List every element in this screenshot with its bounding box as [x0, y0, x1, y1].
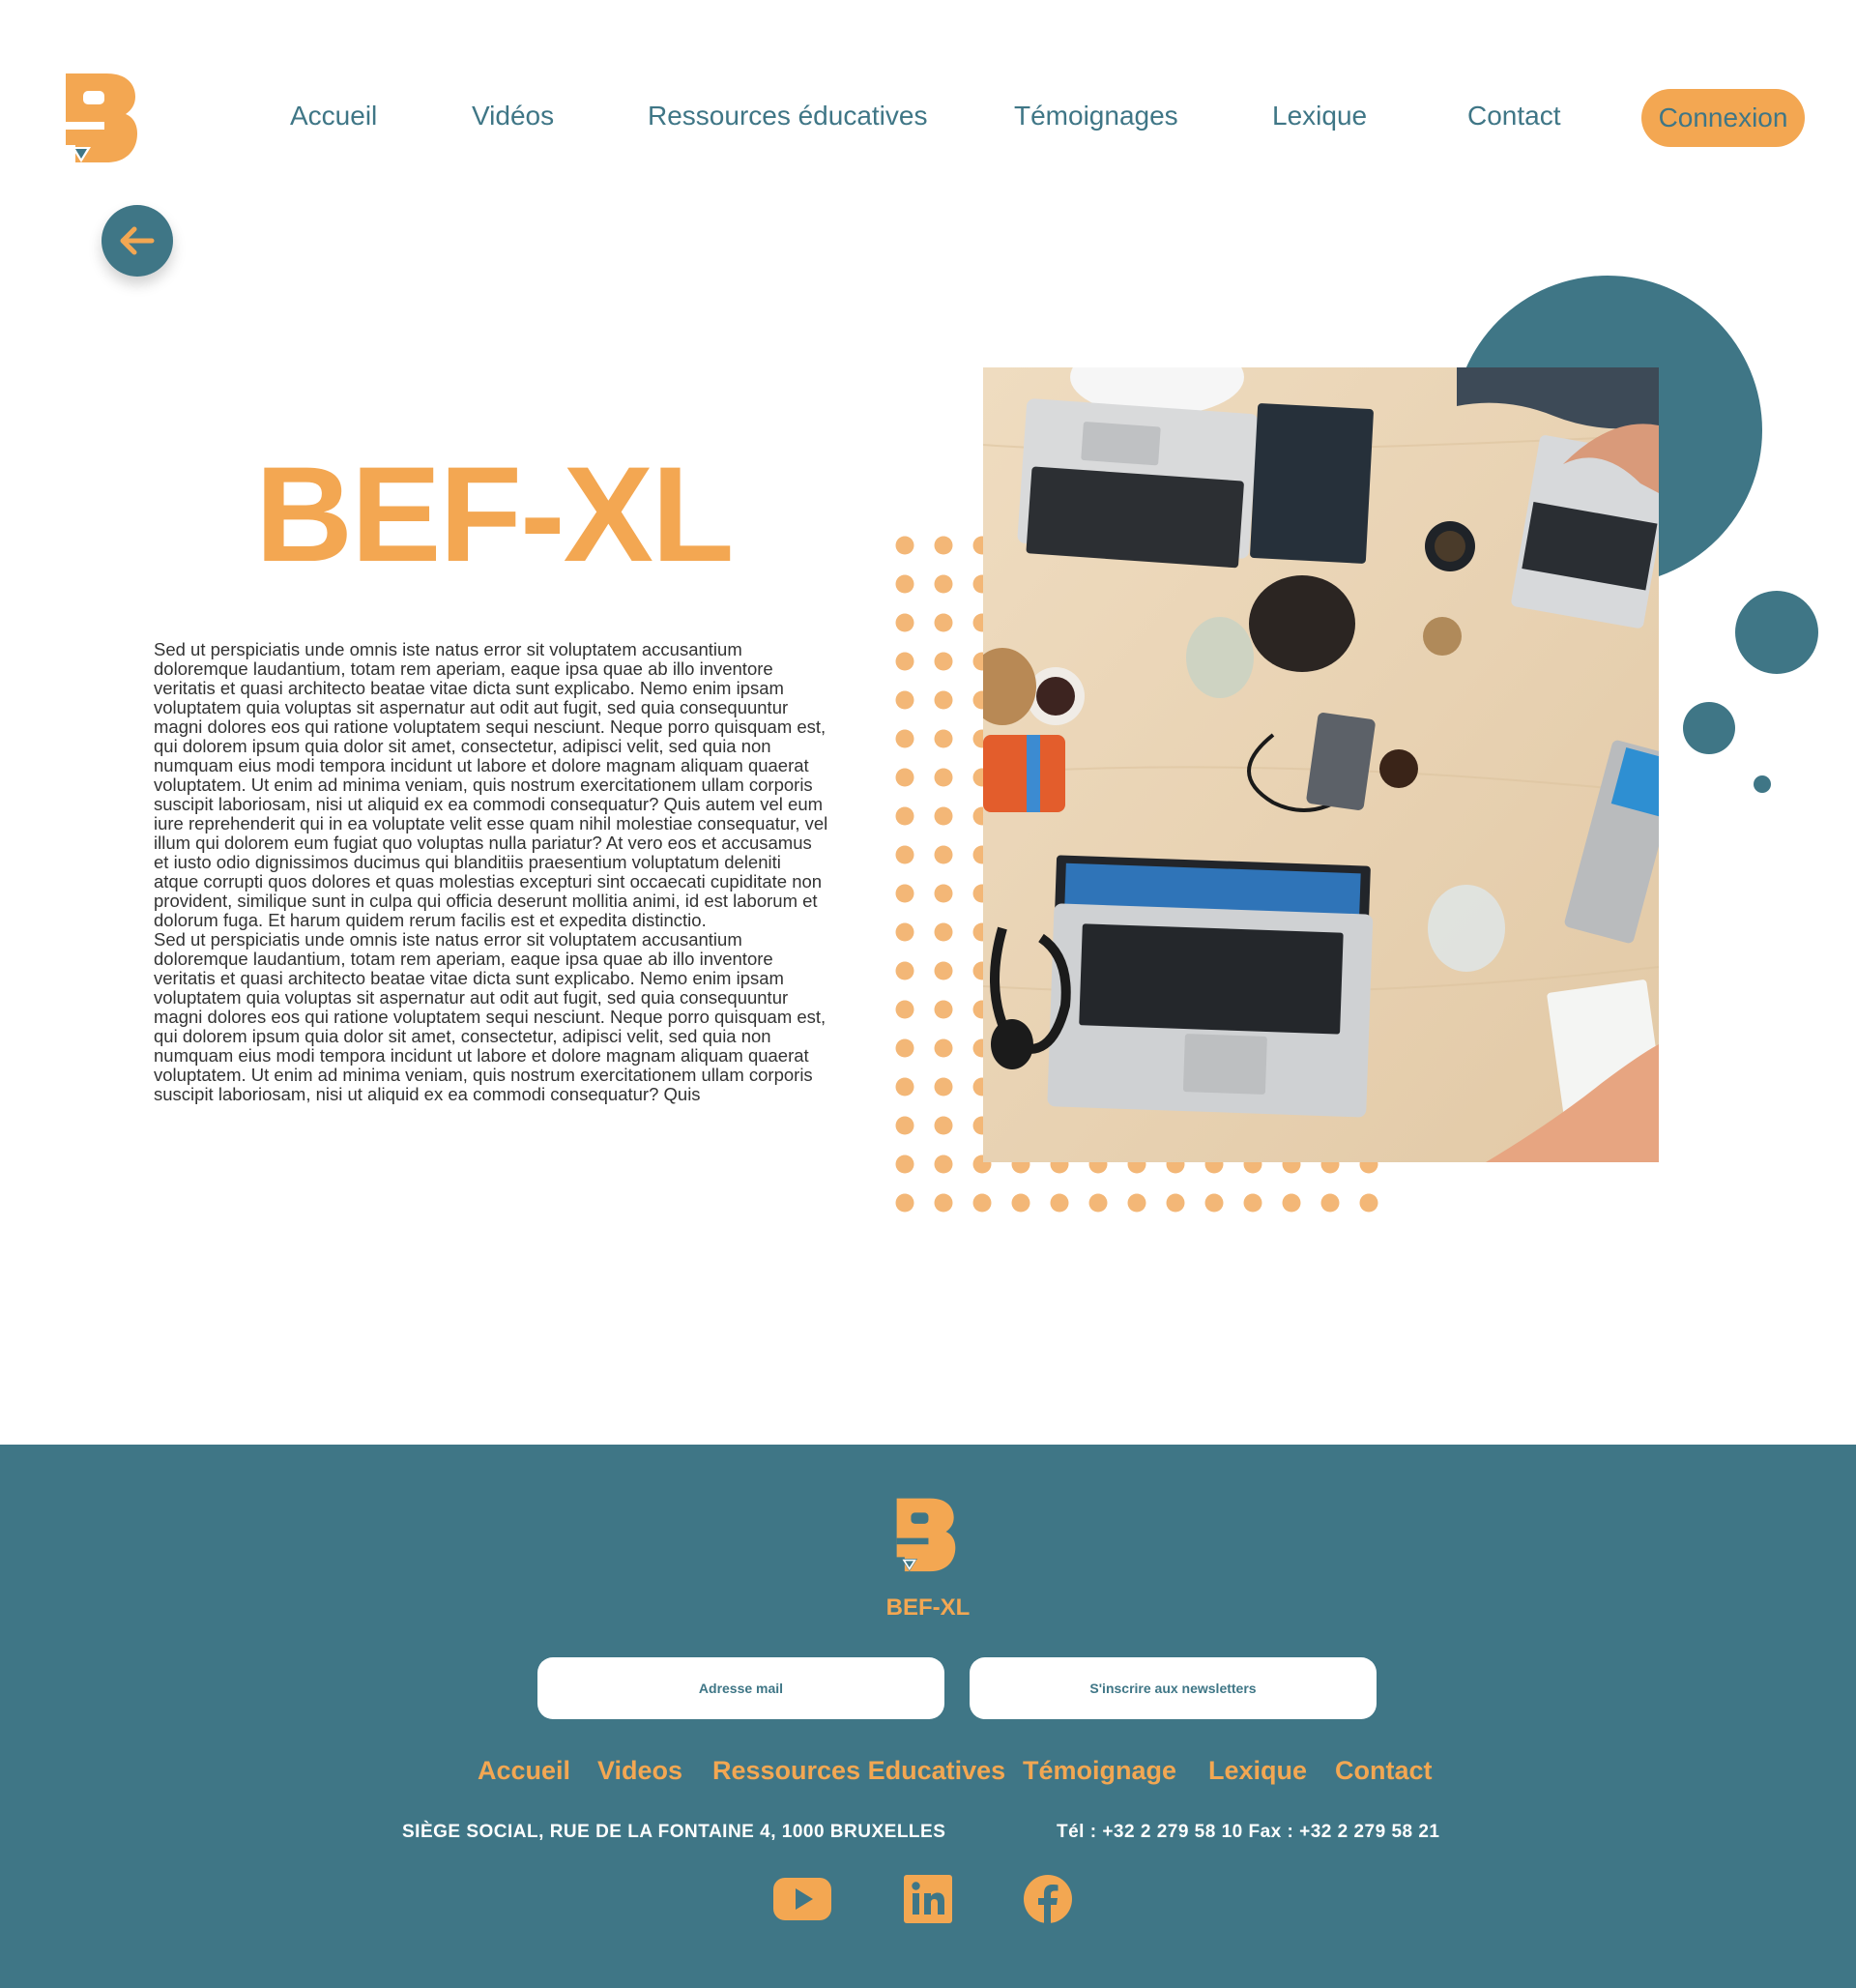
footer-nav-lexique[interactable]: Lexique: [1208, 1756, 1307, 1786]
arrow-left-icon: [120, 226, 155, 255]
facebook-icon: [1024, 1875, 1072, 1923]
footer-nav-temoignage[interactable]: Témoignage: [1023, 1756, 1176, 1786]
footer-logo[interactable]: BEF-XL: [880, 1497, 976, 1621]
footer-nav-ressources[interactable]: Ressources Educatives: [712, 1756, 1005, 1786]
footer-logo-text: BEF-XL: [886, 1594, 971, 1619]
newsletter-button[interactable]: S'inscrire aux newsletters: [970, 1657, 1377, 1719]
nav-lexique[interactable]: Lexique: [1272, 101, 1367, 132]
nav-videos[interactable]: Vidéos: [472, 101, 554, 132]
hero-paragraph: Sed ut perspiciatis unde omnis iste natu…: [154, 639, 828, 930]
nav-contact[interactable]: Contact: [1467, 101, 1561, 132]
youtube-link[interactable]: [771, 1870, 833, 1928]
youtube-icon: [773, 1878, 831, 1920]
decorative-circle-tiny: [1754, 775, 1771, 793]
main-nav: Accueil Vidéos Ressources éducatives Tém…: [0, 89, 1856, 147]
decorative-circle-small: [1683, 702, 1735, 754]
nav-ressources[interactable]: Ressources éducatives: [648, 101, 927, 132]
site-footer: BEF-XL Adresse mail S'inscrire aux newsl…: [0, 1445, 1856, 1988]
email-field[interactable]: Adresse mail: [537, 1657, 944, 1719]
footer-nav: Accueil Videos Ressources Educatives Tém…: [0, 1756, 1856, 1795]
login-button[interactable]: Connexion: [1641, 89, 1805, 147]
footer-address: SIÈGE SOCIAL, RUE DE LA FONTAINE 4, 1000…: [402, 1822, 946, 1842]
facebook-link[interactable]: [1022, 1870, 1074, 1928]
page-title: BEF-XL: [255, 438, 735, 590]
footer-nav-contact[interactable]: Contact: [1335, 1756, 1433, 1786]
footer-phone: Tél : +32 2 279 58 10 Fax : +32 2 279 58…: [1057, 1822, 1440, 1842]
decorative-circle-medium: [1735, 591, 1818, 674]
hero-paragraph: Sed ut perspiciatis unde omnis iste natu…: [154, 929, 826, 1104]
linkedin-link[interactable]: [903, 1870, 953, 1928]
footer-nav-accueil[interactable]: Accueil: [478, 1756, 570, 1786]
nav-temoignages[interactable]: Témoignages: [1014, 101, 1178, 132]
back-button[interactable]: [102, 205, 173, 277]
bef-b-logo-icon: BEF-XL: [886, 1498, 971, 1621]
linkedin-icon: [904, 1875, 952, 1923]
laptops-on-desk-photo: [983, 367, 1659, 1162]
hero-body-text: Sed ut perspiciatis unde omnis iste natu…: [154, 640, 830, 1104]
footer-nav-videos[interactable]: Videos: [597, 1756, 682, 1786]
nav-accueil[interactable]: Accueil: [290, 101, 377, 132]
